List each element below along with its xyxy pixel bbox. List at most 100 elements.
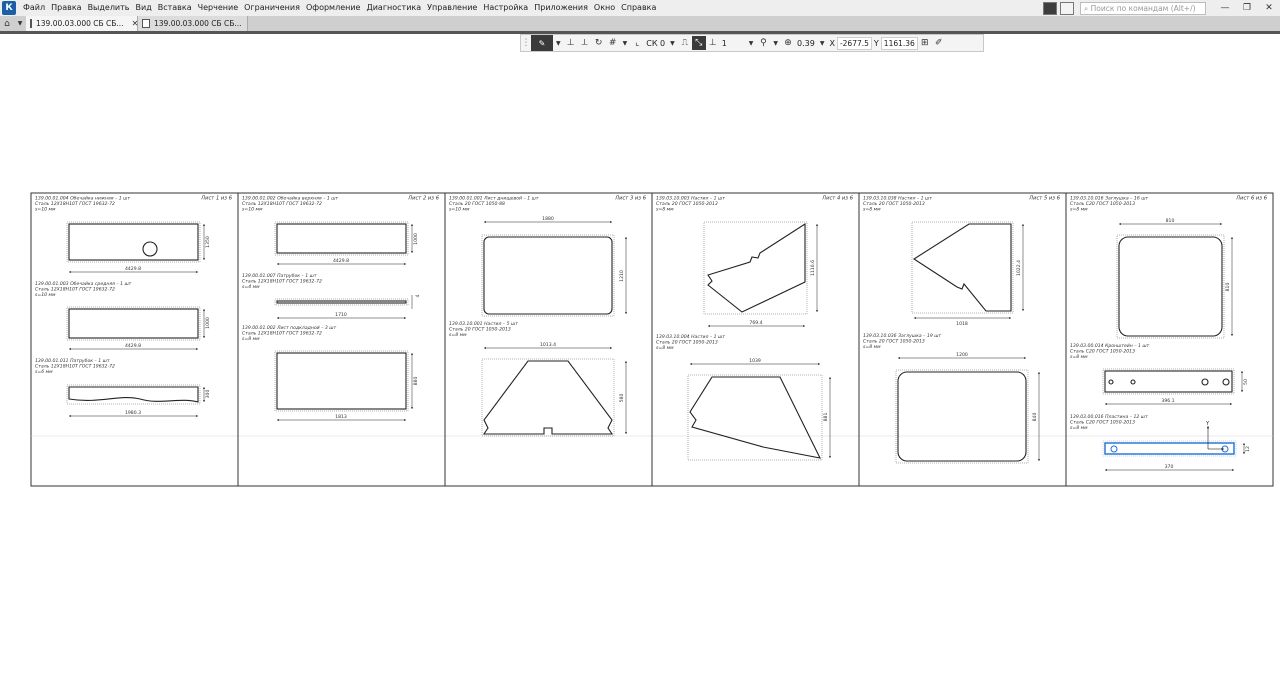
- dimension-text: 1880: [542, 216, 554, 222]
- minimize-button[interactable]: —: [1214, 0, 1236, 16]
- zoom-value[interactable]: 0.39: [797, 39, 815, 48]
- menu-window[interactable]: Окно: [591, 0, 618, 16]
- part-material: Сталь 12Х18Н10Т ГОСТ 19632-72: [35, 364, 115, 370]
- sheet-label-2: Лист 2 из 6: [407, 196, 440, 202]
- dimension-text: 12: [1245, 446, 1251, 452]
- document-tab-bar: ⌂ ▼ 139.00.03.000 СБ СБ... ✕ 139.00.03.0…: [0, 16, 1280, 31]
- drag-handle-icon[interactable]: ⋮: [521, 36, 531, 50]
- part-thickness: s=6 мм: [35, 369, 53, 375]
- part-material: Сталь 12Х18Н10Т ГОСТ 19632-72: [242, 279, 322, 285]
- round-icon[interactable]: ⤡: [691, 36, 706, 50]
- menu-select[interactable]: Выделить: [85, 0, 133, 16]
- x-coordinate-field[interactable]: -2677.5: [836, 36, 872, 50]
- part-material: Сталь С20 ГОСТ 1050-2013: [1070, 349, 1135, 355]
- coordinate-system-value[interactable]: СК 0: [646, 39, 665, 48]
- magnifier-icon[interactable]: ⚲: [756, 36, 770, 50]
- ortho-icon[interactable]: ↻: [592, 36, 606, 50]
- menu-edit[interactable]: Правка: [48, 0, 84, 16]
- part-thickness: s=8 мм: [863, 344, 881, 350]
- menu-draw[interactable]: Черчение: [195, 0, 241, 16]
- dimension-text: 810: [1225, 283, 1231, 292]
- snap-mode-button[interactable]: ✎: [531, 35, 553, 51]
- grid-icon[interactable]: #: [606, 36, 620, 50]
- menu-diagnostics[interactable]: Диагностика: [363, 0, 424, 16]
- part-material: Сталь 20 ГОСТ 1050-88: [449, 201, 505, 207]
- part-thickness: s=8 мм: [1070, 425, 1088, 431]
- menu-right-area: ⌕ Поиск по командам (Alt+/) — ❐ ✕: [1043, 0, 1280, 16]
- part-thickness: s=10 мм: [35, 292, 56, 298]
- part-thickness: s=8 мм: [656, 207, 674, 213]
- chevron-down-icon[interactable]: ▼: [773, 40, 778, 47]
- sheet-label-4: Лист 4 из 6: [821, 196, 854, 202]
- menu-constraints[interactable]: Ограничения: [241, 0, 303, 16]
- kompas-app-icon[interactable]: К: [2, 1, 16, 15]
- part-title: 139.00.01.007 Патрубок – 1 шт: [242, 273, 317, 279]
- part-thickness: s=10 мм: [35, 207, 56, 213]
- current-state-toolbar: ⋮ ✎ ▼ ⊥ ⟂ ↻ # ▼ ⌞ СК 0 ▼ ⎍ ⤡ ⊥ 1 ▼ ⚲ ▼ ⊕…: [520, 34, 984, 52]
- layer-icon[interactable]: ⎍: [678, 36, 692, 50]
- local-snap-icon[interactable]: ⟂: [578, 36, 592, 50]
- dimension-text: 1710: [335, 312, 347, 318]
- menu-view[interactable]: Вид: [133, 0, 155, 16]
- dimension-text: 769.4: [749, 320, 762, 326]
- drawing-canvas[interactable]: Лист 1 из 6 Лист 2 из 6 Лист 3 из 6 Лист…: [0, 52, 1280, 688]
- home-icon[interactable]: ⌂: [0, 19, 14, 29]
- close-window-button[interactable]: ✕: [1258, 0, 1280, 16]
- eyedropper-icon[interactable]: ✐: [932, 36, 946, 50]
- dimension-text: 1039: [749, 358, 761, 364]
- chevron-down-icon[interactable]: ▼: [670, 40, 675, 47]
- coordinate-system-icon[interactable]: ⌞: [630, 36, 644, 50]
- dimension-text: 4429.8: [333, 258, 349, 264]
- dimension-text: 810: [1166, 218, 1175, 224]
- menu-help[interactable]: Справка: [618, 0, 659, 16]
- command-search-placeholder: Поиск по командам (Alt+/): [1090, 3, 1196, 13]
- drawing-doc-icon: [142, 19, 150, 28]
- tab-document-1[interactable]: 139.00.03.000 СБ СБ... ✕: [26, 16, 138, 31]
- line-style-icon[interactable]: ⊥: [706, 36, 720, 50]
- part-title: 139.03.00.016 Пластина – 12 шт: [1070, 414, 1148, 420]
- snap-icon: ✎: [538, 38, 546, 48]
- menu-file[interactable]: Файл: [20, 0, 48, 16]
- dimension-text: 4429.8: [125, 266, 141, 272]
- part-title: 139.00.01.002 Лист подкладной – 3 шт: [242, 325, 336, 331]
- menu-settings[interactable]: Настройка: [480, 0, 531, 16]
- line-style-value[interactable]: 1: [722, 39, 744, 48]
- tab-label: 139.00.03.000 СБ СБ...: [154, 19, 242, 28]
- chevron-down-icon[interactable]: ▼: [749, 40, 754, 47]
- y-coordinate-field[interactable]: 1161.36: [880, 36, 918, 50]
- part-thickness: s=8 мм: [242, 336, 260, 342]
- menu-applications[interactable]: Приложения: [531, 0, 591, 16]
- part-material: Сталь 20 ГОСТ 1050-2013: [863, 339, 925, 345]
- chevron-down-icon[interactable]: ▼: [556, 40, 561, 47]
- part-material: Сталь 20 ГОСТ 1050-2013: [863, 201, 925, 207]
- panel-toggle-icon[interactable]: [1043, 1, 1057, 15]
- menu-insert[interactable]: Вставка: [155, 0, 195, 16]
- restore-button[interactable]: ❐: [1236, 0, 1258, 16]
- dimension-text: 840: [1032, 413, 1038, 422]
- command-search-input[interactable]: ⌕ Поиск по командам (Alt+/): [1080, 1, 1206, 15]
- chevron-down-icon[interactable]: ▼: [14, 20, 26, 27]
- part-title: 139.00.01.002 Обечайка верхняя – 1 шт: [242, 196, 338, 202]
- dimension-text: 1116.6: [810, 260, 816, 276]
- part-title: 139.03.10.038 Настил – 1 шт: [863, 196, 932, 202]
- menu-format[interactable]: Оформление: [303, 0, 364, 16]
- part-title: 139.03.10.016 Заглушка – 16 шт: [1070, 196, 1148, 202]
- dimension-text: 1210: [619, 270, 625, 282]
- tab-document-2[interactable]: 139.00.03.000 СБ СБ...: [138, 16, 248, 31]
- part-material: Сталь 20 ГОСТ 1050-2013: [449, 327, 511, 333]
- drawing-sheet-svg[interactable]: Лист 1 из 6 Лист 2 из 6 Лист 3 из 6 Лист…: [0, 52, 1280, 688]
- part-thickness: s=8 мм: [449, 332, 467, 338]
- zoom-icon[interactable]: ⊕: [781, 36, 795, 50]
- menu-control[interactable]: Управление: [424, 0, 480, 16]
- part-thickness: s=8 мм: [1070, 354, 1088, 360]
- dimension-text: 1350: [205, 236, 211, 248]
- chevron-down-icon[interactable]: ▼: [820, 40, 825, 47]
- screenshot-icon[interactable]: [1060, 1, 1074, 15]
- dimension-text: 1200: [956, 352, 968, 358]
- chevron-down-icon[interactable]: ▼: [623, 40, 628, 47]
- coordinate-entry-icon[interactable]: ⊞: [918, 36, 932, 50]
- dimension-text: 396.1: [1161, 398, 1174, 404]
- part-material: Сталь С20 ГОСТ 1050-2013: [1070, 201, 1135, 207]
- part-thickness: s=8 мм: [656, 345, 674, 351]
- perpendicular-snap-icon[interactable]: ⊥: [564, 36, 578, 50]
